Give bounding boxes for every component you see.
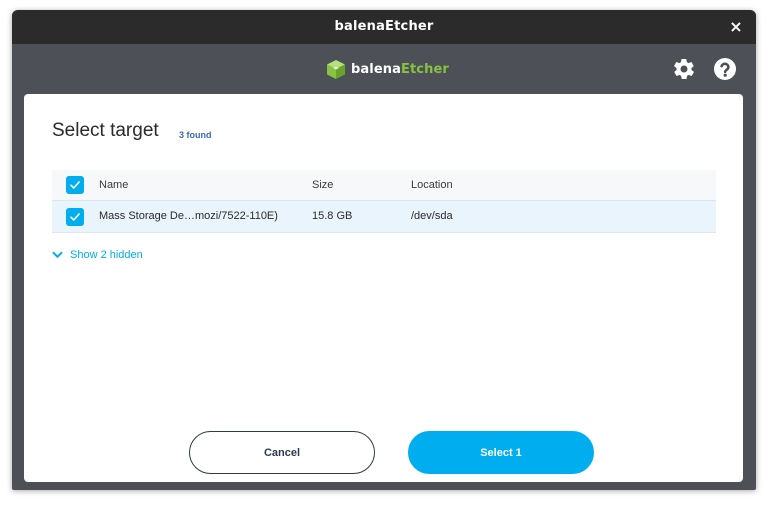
window-title: balenaEtcher [334, 19, 434, 34]
brand-name-part1: balena [351, 61, 401, 77]
select-target-dialog: Select target 3 found Name Size Location [24, 94, 743, 482]
brand-name-part2: Etcher [400, 61, 449, 77]
chevron-down-icon [52, 251, 63, 258]
drives-table: Name Size Location Mass Storage De…mozi/… [52, 170, 716, 233]
help-button[interactable] [713, 57, 737, 81]
found-count: 3 found [179, 130, 212, 140]
table-header: Name Size Location [52, 170, 716, 200]
column-header-location[interactable]: Location [411, 170, 453, 200]
balena-cube-icon [327, 59, 345, 79]
settings-button[interactable] [672, 57, 696, 81]
app-window: balenaEtcher × balenaEtcher Select targe… [12, 10, 756, 490]
title-bar: balenaEtcher × [12, 10, 756, 44]
select-all-checkbox[interactable] [66, 176, 84, 194]
show-hidden-toggle[interactable]: Show 2 hidden [52, 249, 143, 261]
row-checkbox[interactable] [66, 208, 84, 226]
column-header-name[interactable]: Name [99, 170, 128, 200]
brand-logo: balenaEtcher [326, 58, 449, 80]
table-row[interactable]: Mass Storage De…mozi/7522-110E) 15.8 GB … [52, 200, 716, 233]
close-icon[interactable]: × [726, 10, 746, 44]
help-circle-icon [714, 58, 736, 80]
dialog-title: Select target [52, 120, 159, 141]
drive-name: Mass Storage De…mozi/7522-110E) [99, 210, 278, 222]
drive-size: 15.8 GB [312, 210, 353, 222]
checkmark-icon [70, 213, 80, 221]
app-header: balenaEtcher [12, 44, 756, 94]
gear-icon [674, 58, 694, 80]
drive-location: /dev/sda [411, 210, 453, 222]
select-button[interactable]: Select 1 [408, 431, 594, 474]
cancel-button[interactable]: Cancel [189, 431, 375, 474]
column-header-size[interactable]: Size [312, 170, 333, 200]
brand-name: balenaEtcher [351, 62, 449, 77]
show-hidden-label: Show 2 hidden [70, 249, 143, 261]
checkmark-icon [70, 181, 80, 189]
